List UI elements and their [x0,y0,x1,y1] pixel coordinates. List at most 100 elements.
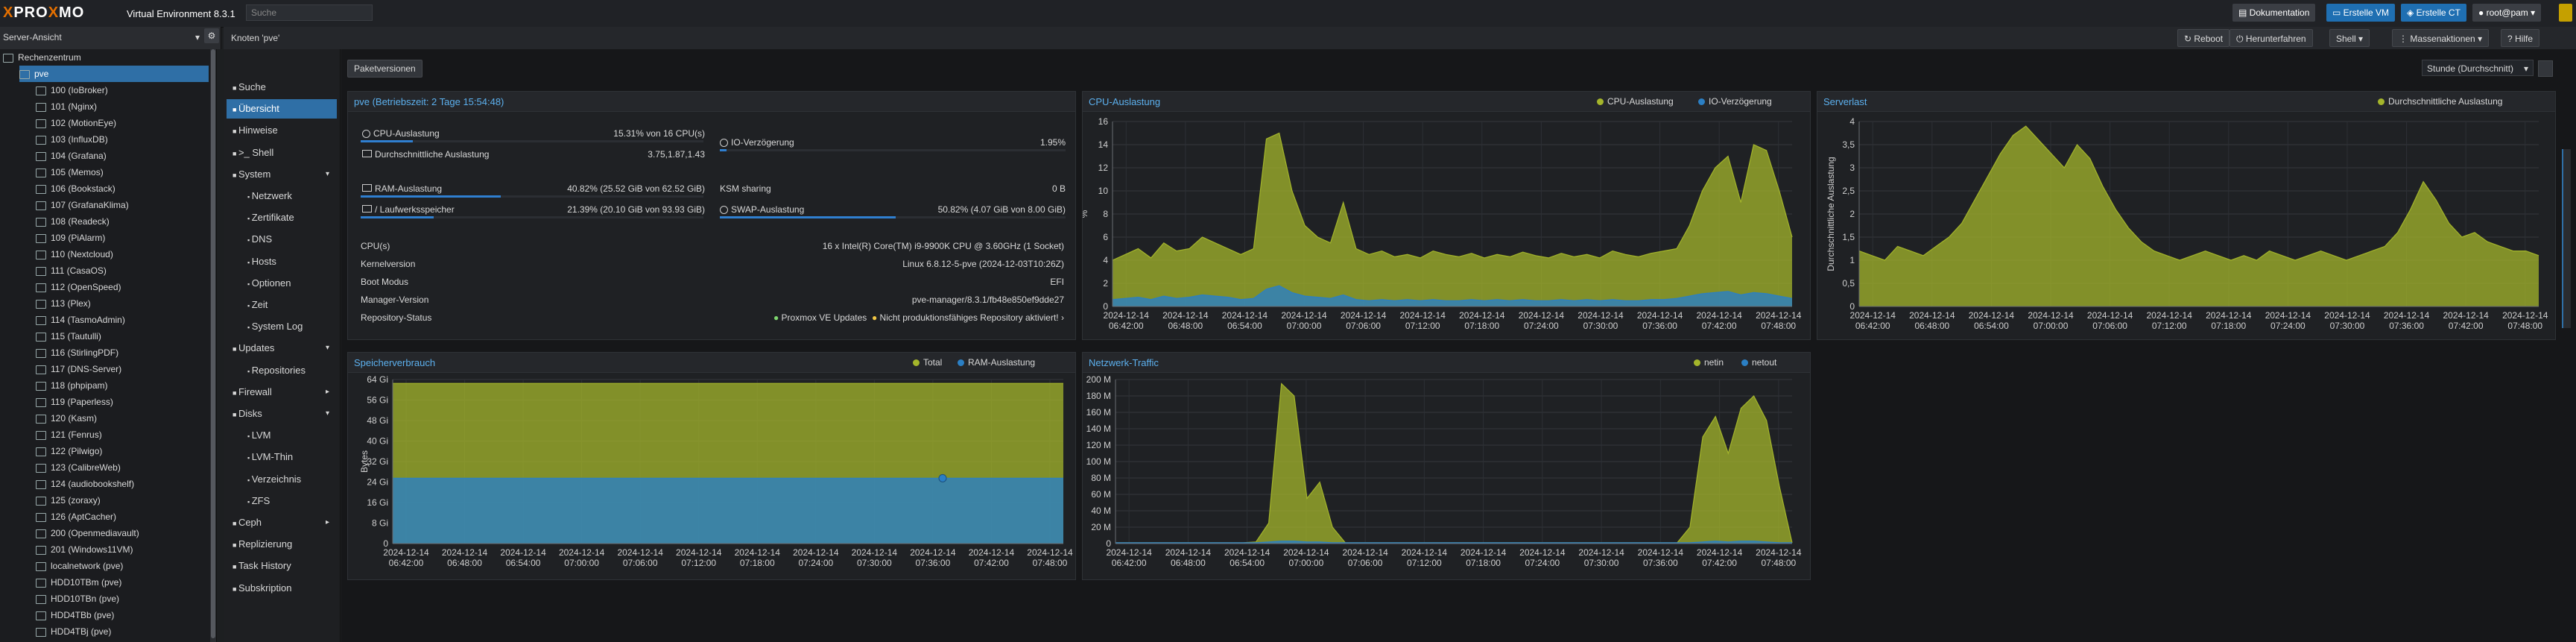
package-versions-button[interactable]: Paketversionen [347,60,423,78]
cpu-chart[interactable]: 02468101214162024-12-1406:42:002024-12-1… [1083,111,1810,339]
repo-status[interactable]: ● Proxmox VE Updates ● Nicht produktions… [671,312,1064,323]
legend-cpu[interactable]: CPU-Auslastung [1597,96,1674,107]
tree-scrollbar[interactable] [210,49,216,642]
nav-item[interactable]: ■ Hinweise [227,121,337,140]
tree-item[interactable]: 112 (OpenSpeed) [36,279,209,295]
nav-item[interactable]: ▪ LVM-Thin [227,447,337,467]
tree-item[interactable]: 200 (Openmediavault) [36,525,209,541]
create-vm-button[interactable]: ▭ Erstelle VM [2326,4,2396,22]
nav-item[interactable]: ■ Ceph ▸ [227,513,337,532]
tree-item[interactable]: 111 (CasaOS) [36,262,209,279]
tree-item[interactable]: 121 (Fenrus) [36,427,209,443]
legend-load[interactable]: Durchschnittliche Auslastung [2378,96,2502,107]
x-tick-label: 07:12:00 [1407,558,1442,568]
tree-item[interactable]: pve [19,66,209,82]
nav-item[interactable]: ▪ Zeit [227,295,337,315]
search-input[interactable]: Suche [246,4,373,21]
tree-item[interactable]: 114 (TasmoAdmin) [36,312,209,328]
nav-item[interactable]: ■ Updates ▾ [227,339,337,358]
nav-item[interactable]: ▪ Zertifikate [227,208,337,227]
nav-icon: ■ [232,128,238,136]
tree-item[interactable]: 116 (StirlingPDF) [36,344,209,361]
tree-item[interactable]: 110 (Nextcloud) [36,246,209,262]
nav-item[interactable]: ■ Firewall ▸ [227,383,337,402]
tree-item[interactable]: 126 (AptCacher) [36,509,209,525]
tree-item[interactable]: 122 (Pilwigo) [36,443,209,459]
nav-item[interactable]: ▪ LVM [227,426,337,445]
shell-button[interactable]: Shell ▾ [2329,29,2370,47]
content-scrollbar[interactable] [2562,149,2571,328]
tree-item[interactable]: 115 (Tautulli) [36,328,209,344]
nav-item[interactable]: ▪ Netzwerk [227,186,337,206]
shutdown-button[interactable]: ⏻ Herunterfahren [2230,29,2313,47]
nav-item[interactable]: ▪ Optionen [227,274,337,293]
view-selector[interactable]: Server-Ansicht ▾ [0,27,221,49]
nav-item[interactable]: ▪ Verzeichnis [227,470,337,489]
tree-item[interactable]: 106 (Bookstack) [36,180,209,197]
tree-item[interactable]: 125 (zoraxy) [36,492,209,509]
nav-item[interactable]: ▪ System Log [227,317,337,336]
nav-item[interactable]: ■ Übersicht [227,99,337,119]
notification-icon[interactable] [2559,4,2572,22]
nav-item[interactable]: ▪ DNS [227,230,337,249]
load-chart[interactable]: 00,511,522,533,542024-12-1406:42:002024-… [1817,111,2555,339]
tree-item[interactable]: 108 (Readeck) [36,213,209,230]
cpu-chart-title: CPU-Auslastung [1089,96,1161,107]
nav-item[interactable]: ▪ Repositories [227,361,337,380]
tree-item[interactable]: 104 (Grafana) [36,148,209,164]
timeframe-dropdown-button[interactable] [2538,60,2553,77]
legend-netout[interactable]: netout [1741,357,1776,368]
user-menu[interactable]: ● root@pam ▾ [2472,4,2542,22]
memory-chart-panel: Speicherverbrauch Total RAM-Auslastung 0… [347,352,1076,580]
legend-total[interactable]: Total [913,357,942,368]
gear-icon[interactable]: ⚙ [204,28,219,43]
tree-item[interactable]: 118 (phpipam) [36,377,209,394]
network-chart[interactable]: 020 M40 M60 M80 M100 M120 M140 M160 M180… [1083,372,1810,579]
y-tick-label: 12 [1098,163,1109,173]
tree-item[interactable]: 102 (MotionEye) [36,115,209,131]
tree-item[interactable]: 105 (Memos) [36,164,209,180]
help-button[interactable]: ? Hilfe [2501,29,2540,47]
y-tick-label: 8 Gi [372,518,388,529]
tree-item[interactable]: 120 (Kasm) [36,410,209,427]
tree-item[interactable]: 103 (InfluxDB) [36,131,209,148]
nav-item[interactable]: ■ Subskription [227,579,337,598]
bulk-actions-button[interactable]: ⋮ Massenaktionen ▾ [2392,29,2490,47]
nav-item[interactable]: ■ Task History [227,556,337,576]
legend-ram[interactable]: RAM-Auslastung [958,357,1035,368]
reboot-button[interactable]: ↻ Reboot [2177,29,2230,47]
tree-item[interactable]: 113 (Plex) [36,295,209,312]
nav-item[interactable]: ■ Disks ▾ [227,404,337,424]
nav-item[interactable]: ■ >_ Shell [227,143,337,163]
tree-item[interactable]: HDD4TBb (pve) [36,607,209,623]
tree-item[interactable]: 123 (CalibreWeb) [36,459,209,476]
tree-item[interactable]: 117 (DNS-Server) [36,361,209,377]
tree-item[interactable]: 107 (GrafanaKlima) [36,197,209,213]
y-tick-label: 140 M [1086,424,1111,434]
tree-item[interactable]: HDD10TBn (pve) [36,591,209,607]
documentation-button[interactable]: ▤ Dokumentation [2232,4,2316,22]
create-ct-button[interactable]: ◈ Erstelle CT [2401,4,2466,22]
tree-item[interactable]: 109 (PiAlarm) [36,230,209,246]
tree-item[interactable]: 101 (Nginx) [36,98,209,115]
legend-netin[interactable]: netin [1694,357,1724,368]
tree-item[interactable]: Rechenzentrum [3,49,209,66]
nav-item[interactable]: ▪ ZFS [227,491,337,511]
tree-item[interactable]: 124 (audiobookshelf) [36,476,209,492]
nav-item[interactable]: ■ Suche [227,78,337,97]
nav-item[interactable]: ■ System ▾ [227,165,337,184]
tree-item[interactable]: 100 (IoBroker) [36,82,209,98]
tree-item[interactable]: HDD4TBj (pve) [36,623,209,640]
tree-item[interactable]: 119 (Paperless) [36,394,209,410]
timeframe-select[interactable]: Stunde (Durchschnitt) ▾ [2422,60,2534,76]
x-tick-label: 2024-12-14 [1697,547,1743,558]
nav-item[interactable]: ■ Replizierung [227,535,337,554]
tree-item-label: 110 (Nextcloud) [51,249,113,259]
tree-item[interactable]: 201 (Windows11VM) [36,541,209,558]
nav-item-label: Repositories [251,364,306,376]
legend-io[interactable]: IO-Verzögerung [1698,96,1772,107]
nav-item[interactable]: ▪ Hosts [227,252,337,271]
tree-item[interactable]: HDD10TBm (pve) [36,574,209,591]
memory-chart[interactable]: 08 Gi16 Gi24 Gi32 Gi40 Gi48 Gi56 Gi64 Gi… [348,372,1075,579]
tree-item[interactable]: localnetwork (pve) [36,558,209,574]
